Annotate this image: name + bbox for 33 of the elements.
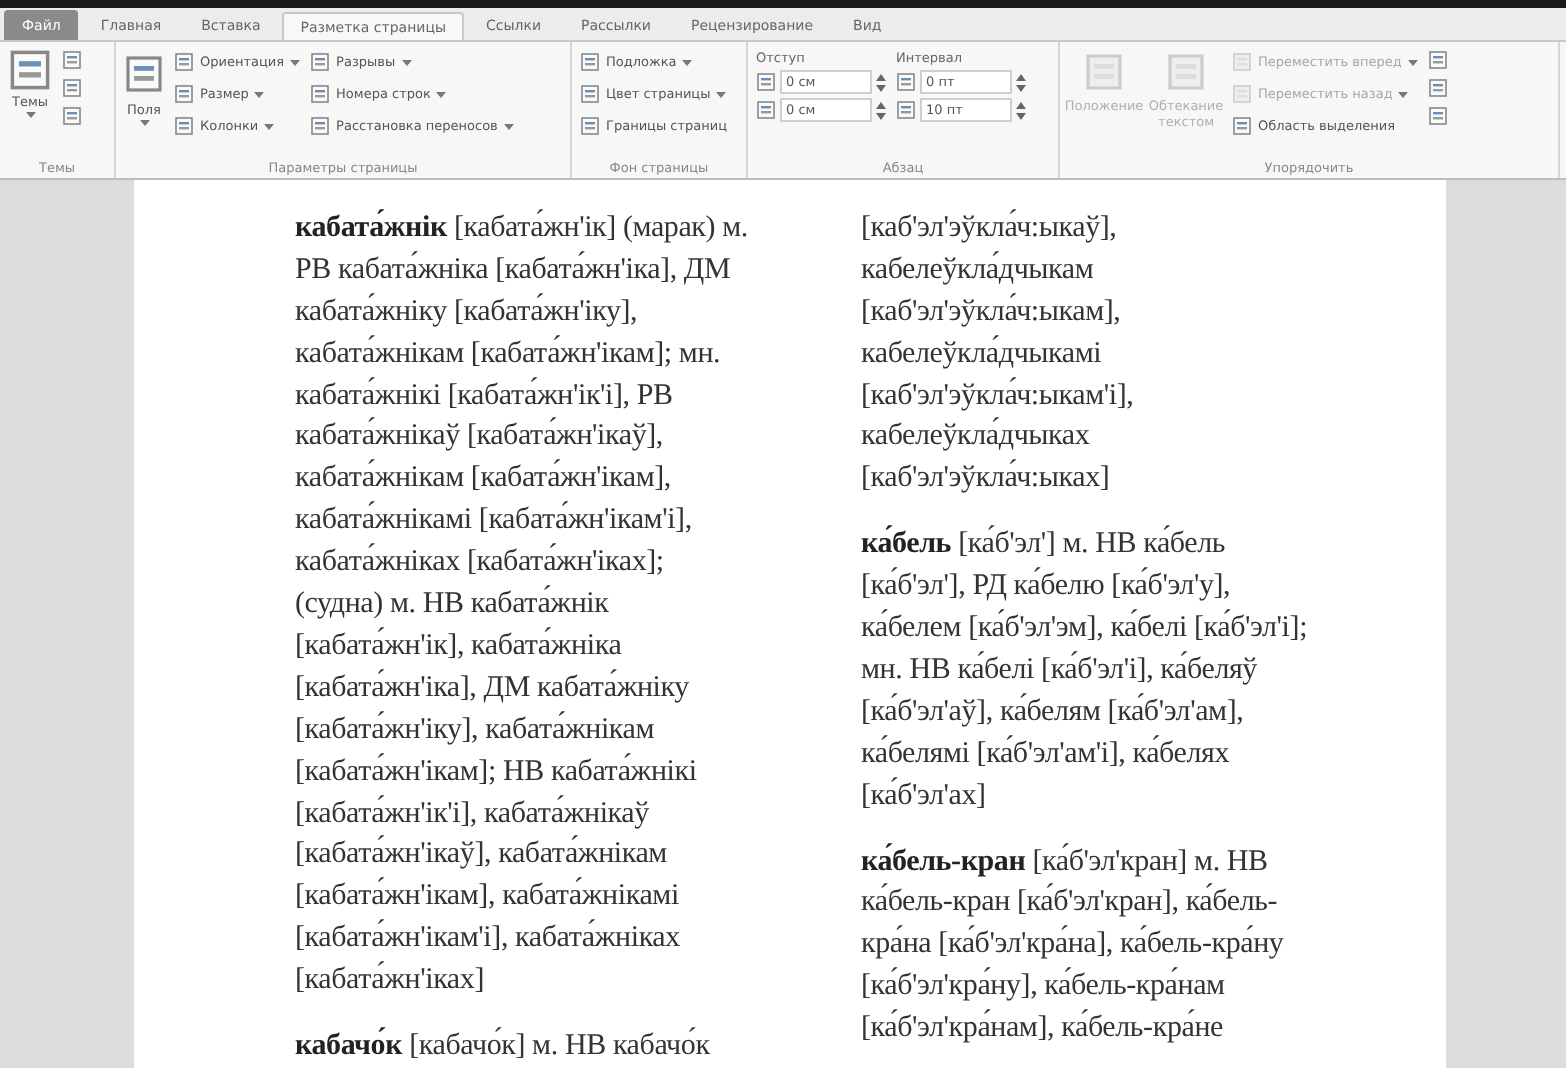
dictionary-entry: кабата́жнік [кабата́жн'ік] (марак) м. РВ кабата́жніка [кабата́жн'іка], ДМ кабата́жніку [кабата́жн'іку], кабата́жнікам [кабата́жн'ікам]; мн. кабата́жнікі [кабата́жн'ік'і], РВ кабата́жнікаў [кабата́жн'ікаў], кабата́жнікам [кабата́жн'ікам], кабата́жнікамі [кабата́жн'ікам'і], кабата́жніках [кабата́жн'іках]; (судна) м. НВ кабата́жнік [кабата́жн'ік], кабата́жніка [кабата́жн'іка], ДМ кабата́жніку [кабата́жн'іку], кабата́жнікам [кабата́жн'ікам]; НВ кабата́жнікі [кабата́жн'ік'і], кабата́жнікаў [кабата́жн'ікаў], кабата́жнікам [кабата́жн'ікам], кабата́жнікамі [кабата́жн'ікам'і], кабата́жніках [кабата́жн'іках] — [295, 207, 750, 1001]
document-icon — [174, 52, 194, 73]
document-icon — [580, 116, 600, 137]
document-icon — [580, 84, 600, 105]
document-icon — [580, 52, 600, 73]
document-icon — [1232, 52, 1252, 73]
caret-icon — [264, 123, 275, 130]
caret-icon — [139, 120, 149, 127]
document-icon — [1232, 84, 1252, 105]
caret-icon — [1398, 91, 1409, 98]
caret-icon — [290, 59, 301, 66]
document-icon — [1232, 116, 1252, 137]
caret-icon — [716, 91, 727, 98]
caret-icon — [1407, 59, 1418, 66]
spinner-icon[interactable] — [876, 101, 886, 120]
caret-icon — [25, 112, 35, 119]
document-icon — [310, 84, 331, 105]
dictionary-entry: кабачо́к [кабачо́к] м. НВ кабачо́к — [295, 1026, 712, 1067]
spinner-icon[interactable] — [1016, 101, 1026, 120]
document-icon — [310, 116, 331, 137]
caret-icon — [682, 59, 693, 66]
document-icon — [174, 116, 194, 137]
spinner-icon[interactable] — [1016, 73, 1026, 92]
caret-icon — [254, 91, 265, 98]
dictionary-entry: ка́бель [ка́б'эл'] м. НВ ка́бель [ка́б'эл'], РД ка́белю [ка́б'эл'у], ка́белем [ка́б'эл'эм], ка́белі [ка́б'эл'і]; мн. НВ ка́белі [ка́б'эл'і], ка́беляў [ка́б'эл'аў], ка́белям [ка́б'эл'ам], ка́белямі [ка́б'эл'ам'і], ка́белях [ка́б'эл'ах] — [861, 524, 1310, 816]
document-icon — [174, 84, 194, 105]
spinner-icon[interactable] — [876, 73, 886, 92]
caret-icon — [436, 91, 447, 98]
caret-icon — [503, 123, 514, 130]
dictionary-entry: ка́бель-кран [ка́б'эл'кран] м. НВ ка́бель-кран [ка́б'эл'кран], ка́бель- кра́на [ка́б'эл'кра́на], ка́бель-кра́ну [ка́б'эл'кра́ну], ка́бель-кра́нам [ка́б'эл'кра́нам], ка́бель-кра́не — [861, 841, 1286, 1049]
caret-icon — [401, 59, 412, 66]
dictionary-entry: [каб'эл'эўкла́ч:ыкаў], кабелеўкла́дчыкам [каб'эл'эўкла́ч:ыкам], кабелеўкла́дчыкамі [каб'эл'эўкла́ч:ыкам'і], кабелеўкла́дчыках [каб'эл'эўкла́ч:ыках] — [861, 207, 1136, 499]
document-icon — [310, 52, 331, 73]
